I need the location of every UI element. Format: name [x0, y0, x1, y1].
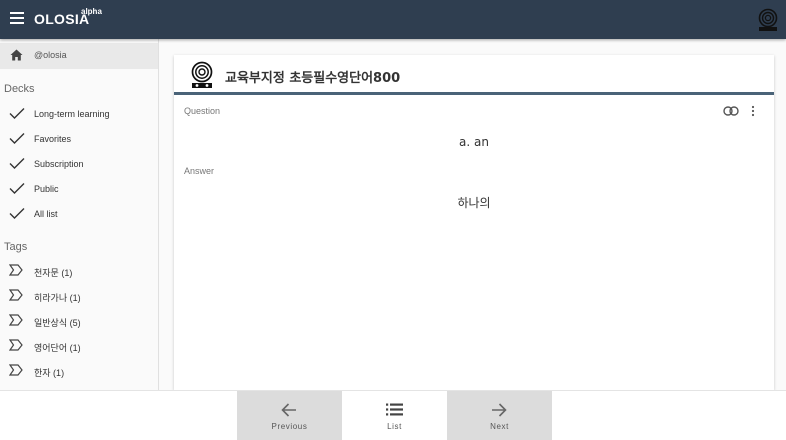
deck-logo-icon — [191, 61, 213, 88]
home-icon — [10, 49, 23, 61]
menu-icon[interactable] — [10, 12, 24, 24]
home-label: @olosia — [34, 50, 67, 60]
sidebar-item-all-list[interactable]: All list — [0, 203, 158, 225]
olosia-logo-icon[interactable] — [757, 8, 779, 32]
question-label: Question — [184, 106, 221, 116]
sidebar-item-public[interactable]: Public — [0, 178, 158, 200]
sidebar-item-tag[interactable]: 일반상식 (5) — [0, 310, 158, 332]
bottom-nav: Previous List Next — [0, 390, 786, 440]
answer-label: Answer — [184, 166, 215, 176]
tag-icon — [9, 264, 23, 276]
tag-label: 히라가나 (1) — [34, 293, 81, 303]
sidebar-item-long-term-learning[interactable]: Long-term learning — [0, 103, 158, 125]
card-header: 교육부지정 초등필수영단어800 — [174, 55, 774, 95]
tag-label: 영어단어 (1) — [34, 343, 81, 353]
next-button[interactable]: Next — [447, 391, 552, 440]
previous-label: Previous — [271, 422, 308, 431]
sidebar: @olosia Decks Long-term learning Favorit… — [0, 39, 159, 390]
app-bar: OLOSIA alpha — [0, 0, 786, 39]
list-icon — [386, 403, 403, 416]
deck-label: Long-term learning — [34, 109, 110, 119]
previous-button[interactable]: Previous — [237, 391, 342, 440]
tag-label: 천자문 (1) — [34, 268, 73, 278]
deck-label: Favorites — [34, 134, 72, 144]
sidebar-item-home[interactable]: @olosia — [0, 43, 158, 69]
tag-label: 한자 (1) — [34, 368, 65, 378]
list-button[interactable]: List — [342, 391, 447, 440]
check-icon — [9, 133, 25, 144]
sidebar-item-tag[interactable]: 천자문 (1) — [0, 260, 158, 282]
tag-icon — [9, 339, 23, 351]
tags-heading: Tags — [4, 241, 28, 253]
next-label: Next — [490, 422, 509, 431]
sidebar-item-subscription[interactable]: Subscription — [0, 153, 158, 175]
check-icon — [9, 108, 25, 119]
flashcard: 교육부지정 초등필수영단어800 Question a. an Answer 하… — [174, 55, 774, 390]
deck-label: Public — [34, 184, 59, 194]
tag-icon — [9, 289, 23, 301]
answer-text: 하나의 — [457, 196, 491, 210]
sidebar-item-tag[interactable]: 한자 (1) — [0, 360, 158, 382]
list-label: List — [387, 422, 402, 431]
app-badge: alpha — [81, 7, 102, 16]
tag-icon — [9, 314, 23, 326]
sidebar-item-tag[interactable]: 히라가나 (1) — [0, 285, 158, 307]
tag-icon — [9, 364, 23, 376]
deck-title: 교육부지정 초등필수영단어800 — [225, 71, 401, 86]
question-text: a. an — [459, 135, 489, 149]
sidebar-item-tag[interactable]: 영어단어 (1) — [0, 335, 158, 357]
arrow-right-icon — [492, 403, 507, 417]
deck-label: Subscription — [34, 159, 84, 169]
sidebar-item-favorites[interactable]: Favorites — [0, 128, 158, 150]
decks-heading: Decks — [4, 83, 35, 95]
more-vert-icon[interactable] — [750, 105, 756, 117]
check-icon — [9, 208, 25, 219]
deck-label: All list — [34, 209, 58, 219]
check-icon — [9, 183, 25, 194]
arrow-left-icon — [281, 403, 296, 417]
check-icon — [9, 158, 25, 169]
tag-label: 일반상식 (5) — [34, 318, 81, 328]
link-icon[interactable] — [723, 105, 739, 117]
